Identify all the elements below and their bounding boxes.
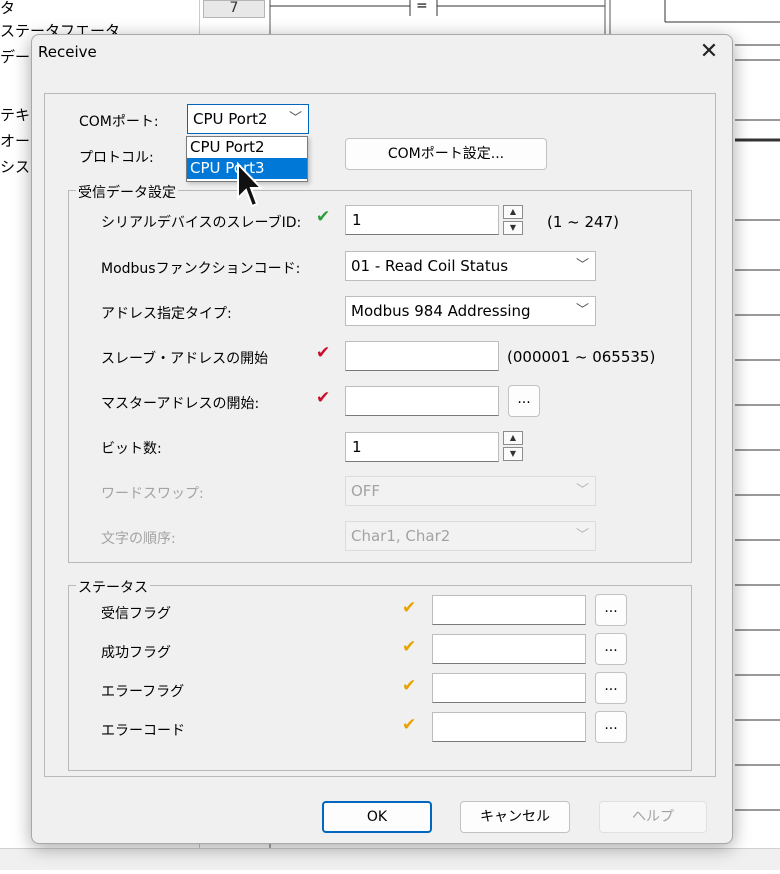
slave-address-start-input[interactable] — [345, 341, 499, 371]
error-flag-input[interactable] — [432, 673, 586, 703]
word-swap-label: ワードスワップ: — [101, 486, 204, 502]
cancel-button[interactable]: キャンセル — [460, 801, 570, 833]
error-code-browse-button[interactable]: ... — [595, 711, 627, 743]
com-port-settings-button[interactable]: COMポート設定... — [345, 138, 547, 170]
address-type-value: Modbus 984 Addressing — [351, 302, 531, 320]
spin-down-icon[interactable]: ▼ — [503, 221, 523, 235]
bit-count-spinner[interactable]: ▲ ▼ — [503, 431, 523, 461]
receive-flag-browse-button[interactable]: ... — [595, 594, 627, 626]
success-flag-browse-button[interactable]: ... — [595, 633, 627, 665]
receive-flag-input[interactable] — [432, 595, 586, 625]
mouse-cursor-icon — [237, 162, 262, 208]
address-type-select[interactable]: Modbus 984 Addressing ﹀ — [345, 296, 596, 326]
check-icon: ✔ — [402, 637, 417, 657]
help-button[interactable]: ヘルプ — [599, 801, 707, 833]
error-code-label: エラーコード — [101, 723, 185, 739]
address-type-label: アドレス指定タイプ: — [101, 306, 232, 322]
ok-button[interactable]: OK — [322, 801, 432, 833]
check-icon: ✔ — [402, 676, 417, 696]
master-address-start-label: マスターアドレスの開始: — [101, 396, 260, 412]
master-address-start-input[interactable] — [345, 386, 499, 416]
tree-item: オー — [0, 132, 31, 150]
bit-count-input[interactable]: 1 — [345, 432, 499, 462]
error-flag-label: エラーフラグ — [101, 684, 185, 700]
check-icon: ✔ — [402, 715, 417, 735]
tree-item: シス — [0, 158, 31, 176]
com-port-label: COMポート: — [79, 114, 159, 130]
bit-count-label: ビット数: — [101, 441, 162, 457]
check-icon: ✔ — [316, 207, 331, 227]
com-port-value: CPU Port2 — [193, 110, 268, 128]
close-icon[interactable]: ✕ — [696, 39, 722, 65]
master-address-browse-button[interactable]: ... — [508, 385, 540, 417]
ladder-row-number: 7 — [203, 0, 265, 18]
slave-id-spinner[interactable]: ▲ ▼ — [503, 205, 523, 235]
chevron-down-icon: ﹀ — [575, 303, 589, 318]
function-code-select[interactable]: 01 - Read Coil Status ﹀ — [345, 251, 596, 281]
function-code-value: 01 - Read Coil Status — [351, 257, 509, 275]
status-group-title: ステータス — [76, 577, 150, 597]
chevron-down-icon: ﹀ — [575, 483, 589, 498]
tree-item: テキ — [0, 106, 31, 124]
char-order-label: 文字の順序: — [101, 531, 176, 547]
check-icon: ✔ — [402, 598, 417, 618]
receive-data-group — [68, 190, 692, 563]
check-icon: ✔ — [316, 343, 331, 363]
slave-id-range: (1 ~ 247) — [547, 213, 619, 231]
slave-address-start-label: スレーブ・アドレスの開始 — [101, 351, 269, 367]
chevron-down-icon: ﹀ — [575, 528, 589, 543]
com-port-option[interactable]: CPU Port2 — [187, 137, 307, 158]
slave-id-input[interactable]: 1 — [345, 205, 499, 235]
spin-down-icon[interactable]: ▼ — [503, 447, 523, 461]
receive-dialog: Receive ✕ COMポート: CPU Port2 ﹀ プロトコル: COM… — [31, 34, 733, 844]
tree-item: タ — [0, 0, 16, 17]
equals-symbol: = — [416, 0, 428, 14]
receive-data-group-title: 受信データ設定 — [76, 182, 178, 202]
protocol-label: プロトコル: — [79, 150, 154, 166]
status-bar — [0, 848, 780, 870]
slave-id-label: シリアルデバイスのスレーブID: — [101, 215, 302, 231]
function-code-label: Modbusファンクションコード: — [101, 261, 301, 277]
dialog-title: Receive — [38, 43, 97, 61]
com-port-select[interactable]: CPU Port2 ﹀ — [187, 104, 309, 134]
success-flag-input[interactable] — [432, 634, 586, 664]
spin-up-icon[interactable]: ▲ — [503, 205, 523, 219]
word-swap-value: OFF — [351, 482, 381, 500]
word-swap-select[interactable]: OFF ﹀ — [345, 476, 596, 506]
spin-up-icon[interactable]: ▲ — [503, 431, 523, 445]
tree-item: デー — [0, 48, 31, 66]
error-code-input[interactable] — [432, 712, 586, 742]
error-flag-browse-button[interactable]: ... — [595, 672, 627, 704]
char-order-value: Char1, Char2 — [351, 527, 451, 545]
slave-address-range: (000001 ~ 065535) — [507, 348, 656, 366]
check-icon: ✔ — [316, 388, 331, 408]
char-order-select[interactable]: Char1, Char2 ﹀ — [345, 521, 596, 551]
receive-flag-label: 受信フラグ — [101, 606, 171, 622]
chevron-down-icon: ﹀ — [575, 258, 589, 273]
chevron-down-icon: ﹀ — [288, 111, 302, 126]
success-flag-label: 成功フラグ — [101, 645, 171, 661]
